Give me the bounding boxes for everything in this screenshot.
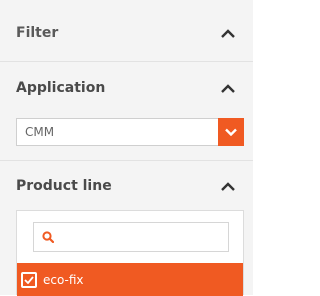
product-line-search[interactable] [33,222,229,252]
filter-panel: Filter Application CMM Product line eco-… [0,0,253,296]
chevron-down-icon[interactable] [218,117,244,146]
option-label: eco-fix [43,272,84,287]
application-select[interactable]: CMM [16,117,244,146]
application-select-value: CMM [25,125,55,139]
application-header[interactable]: Application [0,74,253,102]
check-icon [24,275,34,284]
chevron-up-icon[interactable] [217,175,239,197]
checkbox[interactable] [21,271,37,288]
search-input[interactable] [54,224,228,250]
product-line-title: Product line [16,178,112,194]
application-title: Application [16,80,106,96]
search-icon [42,228,55,247]
divider [0,61,253,62]
product-line-header[interactable]: Product line [0,172,253,200]
chevron-up-icon[interactable] [217,77,239,99]
divider [0,160,253,161]
filter-title: Filter [16,25,59,41]
product-line-list: eco-fix [16,210,244,296]
list-item[interactable]: eco-fix [17,263,243,296]
chevron-up-icon[interactable] [217,22,239,44]
filter-header[interactable]: Filter [0,18,253,48]
